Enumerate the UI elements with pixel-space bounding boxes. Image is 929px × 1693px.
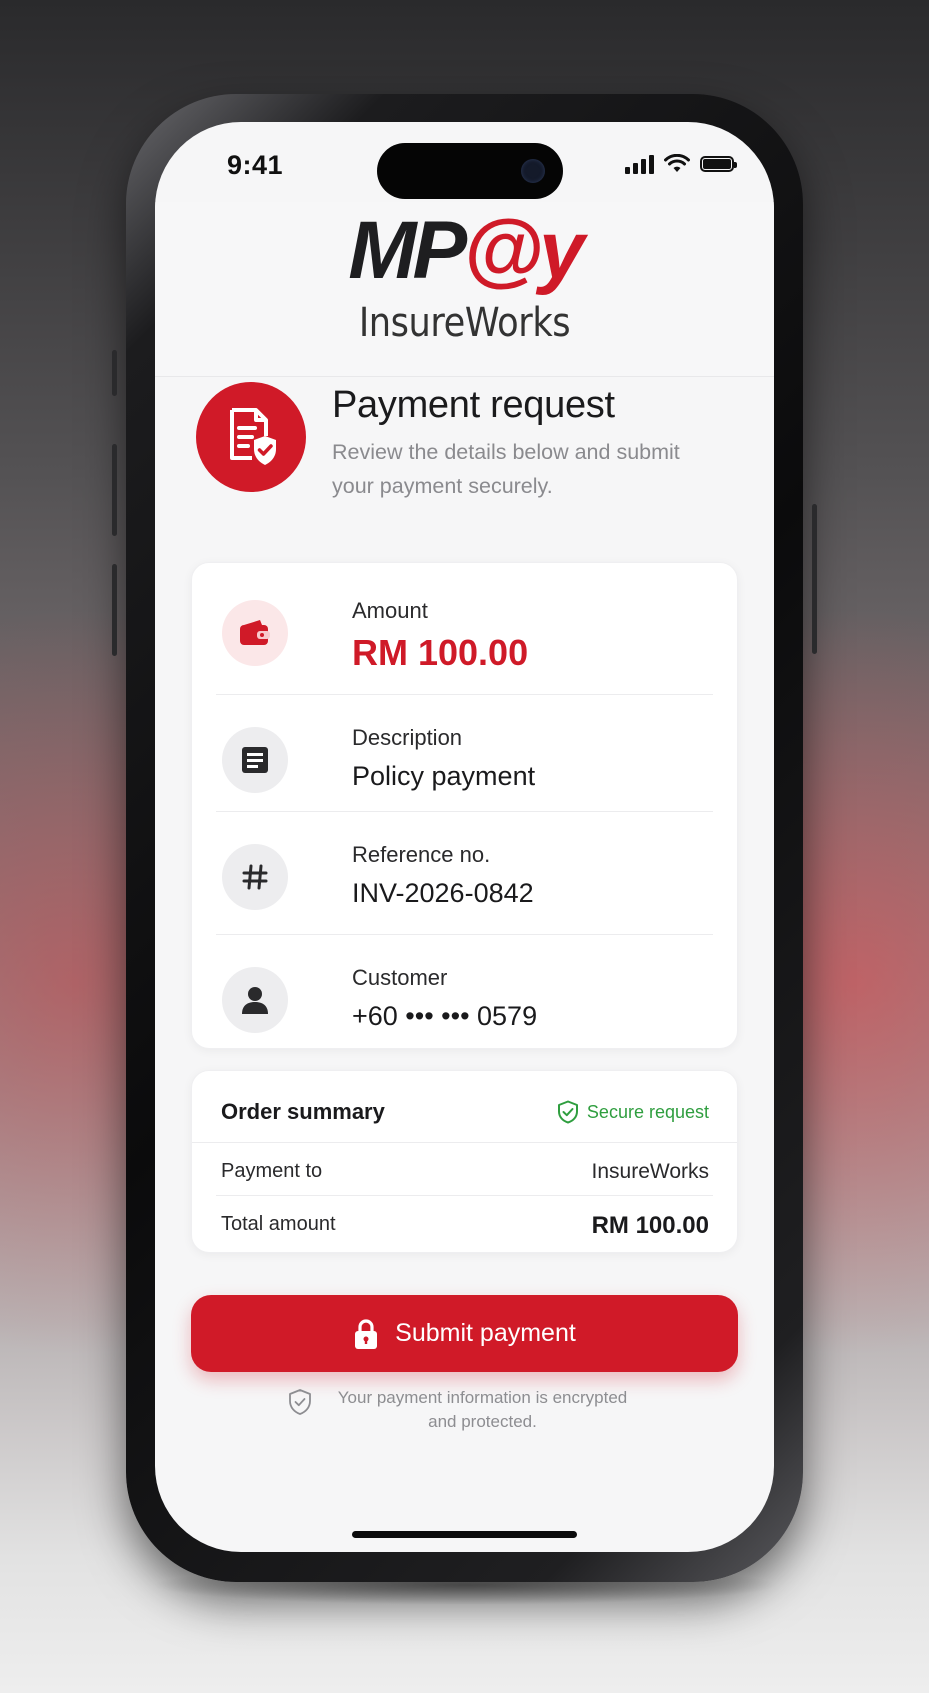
wallet-icon [222, 600, 288, 666]
camera-icon [521, 159, 545, 183]
detail-row-description: Description Policy payment [216, 690, 713, 816]
power-button [812, 504, 817, 654]
payment-to-value: InsureWorks [591, 1160, 709, 1183]
customer-label: Customer [352, 965, 448, 990]
lock-icon [355, 1318, 378, 1349]
phone-screen: 9:41 MP@y InsureWorks Payment request Re… [155, 122, 774, 1552]
hash-icon [222, 844, 288, 910]
document-shield-icon [196, 382, 306, 492]
home-indicator[interactable] [352, 1531, 577, 1538]
volume-up-button [112, 444, 117, 536]
security-note-text: Your payment information is encrypted an… [337, 1388, 628, 1431]
page-subtitle: Review the details below and submit your… [332, 440, 680, 498]
submit-payment-label: Submit payment [395, 1319, 576, 1347]
detail-row-customer: Customer +60 ••• ••• 0579 [216, 930, 713, 1056]
detail-row-amount: Amount RM 100.00 [216, 563, 713, 689]
payment-to-label: Payment to [221, 1160, 323, 1182]
document-icon [222, 727, 288, 793]
wifi-icon [664, 154, 690, 172]
total-amount-value: RM 100.00 [591, 1212, 709, 1239]
shield-check-icon [288, 1389, 311, 1415]
payment-details-card: Amount RM 100.00 Description Policy paym… [191, 562, 738, 1049]
reference-value: INV-2026-0842 [352, 878, 534, 908]
status-bar: 9:41 [155, 122, 774, 202]
description-value: Policy payment [352, 761, 536, 791]
customer-value: +60 ••• ••• 0579 [352, 1001, 538, 1031]
mpay-logo: MP@y [348, 205, 585, 296]
submit-payment-button[interactable]: Submit payment [191, 1295, 738, 1372]
reference-label: Reference no. [352, 842, 491, 867]
amount-label: Amount [352, 598, 428, 623]
order-summary-card: Order summary Secure request Payment to … [191, 1070, 738, 1253]
description-label: Description [352, 725, 463, 750]
divider [216, 1195, 713, 1196]
shield-check-icon [557, 1100, 578, 1124]
status-icons [625, 152, 737, 176]
brand-name: InsureWorks [358, 300, 571, 346]
secure-badge: Secure request [557, 1100, 709, 1124]
dynamic-island [377, 143, 563, 199]
battery-icon [700, 156, 737, 172]
total-amount-label: Total amount [221, 1213, 336, 1235]
page-title: Payment request [332, 384, 615, 426]
secure-label: Secure request [586, 1101, 709, 1122]
app-header: MP@y InsureWorks [155, 202, 774, 377]
status-time: 9:41 [227, 150, 284, 180]
detail-row-reference: Reference no. INV-2026-0842 [216, 807, 713, 933]
volume-down-button [112, 564, 117, 656]
order-summary-title: Order summary [221, 1099, 385, 1124]
security-note: Your payment information is encrypted an… [155, 1386, 774, 1434]
amount-value: RM 100.00 [352, 632, 529, 673]
user-icon [222, 967, 288, 1033]
signal-icon [625, 154, 654, 174]
divider [192, 1142, 737, 1143]
action-button [112, 350, 117, 396]
